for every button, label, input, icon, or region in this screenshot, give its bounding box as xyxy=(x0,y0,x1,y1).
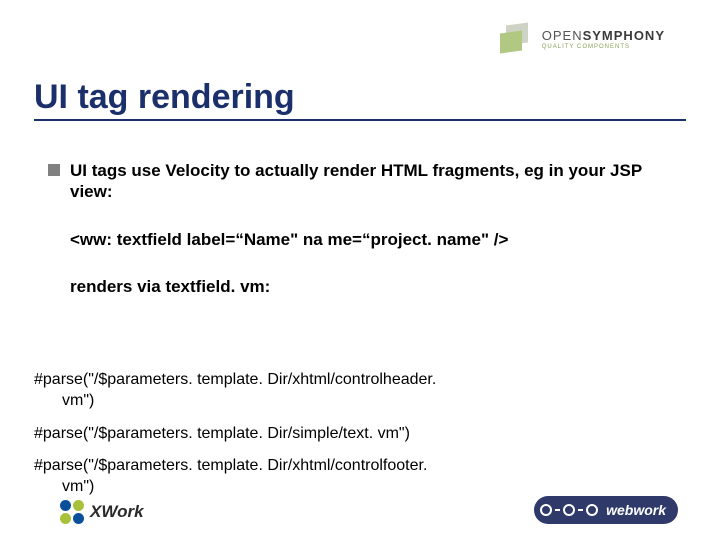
slide-title: UI tag rendering xyxy=(34,78,686,121)
bullet-3-text: renders via textfield. vm: xyxy=(70,276,672,297)
code-line-3a: #parse("/$parameters. template. Dir/xhtm… xyxy=(34,457,427,474)
code-line-1: #parse("/$parameters. template. Dir/xhtm… xyxy=(34,370,686,412)
xwork-logo: XWork xyxy=(60,500,144,524)
bullet-2-text: <ww: textfield label=“Name" na me=“proje… xyxy=(70,229,672,250)
slide: OPENSYMPHONY QUALITY COMPONENTS UI tag r… xyxy=(0,0,720,540)
xwork-label: XWork xyxy=(90,502,144,522)
code-block: #parse("/$parameters. template. Dir/xhtm… xyxy=(34,370,686,510)
bullet-1-text: UI tags use Velocity to actually render … xyxy=(70,160,672,203)
webwork-label: webwork xyxy=(606,502,666,518)
opensymphony-logo: OPENSYMPHONY QUALITY COMPONENTS xyxy=(500,24,665,54)
xwork-icon xyxy=(60,500,84,524)
brand-symphony: SYMPHONY xyxy=(583,28,665,43)
opensymphony-cube-icon xyxy=(500,24,534,54)
opensymphony-tagline: QUALITY COMPONENTS xyxy=(542,44,665,50)
bullet-icon xyxy=(48,164,60,176)
opensymphony-brand: OPENSYMPHONY QUALITY COMPONENTS xyxy=(542,29,665,50)
webwork-icon xyxy=(540,504,598,516)
code-line-3b: vm") xyxy=(62,477,686,498)
webwork-logo: webwork xyxy=(534,496,678,524)
opensymphony-name: OPENSYMPHONY xyxy=(542,29,665,42)
brand-open: OPEN xyxy=(542,28,583,43)
code-line-3: #parse("/$parameters. template. Dir/xhtm… xyxy=(34,456,686,498)
bullet-1: UI tags use Velocity to actually render … xyxy=(48,160,672,203)
code-line-1a: #parse("/$parameters. template. Dir/xhtm… xyxy=(34,371,436,388)
code-line-2: #parse("/$parameters. template. Dir/simp… xyxy=(34,424,686,445)
slide-body: UI tags use Velocity to actually render … xyxy=(48,160,672,323)
code-line-1b: vm") xyxy=(62,391,686,412)
